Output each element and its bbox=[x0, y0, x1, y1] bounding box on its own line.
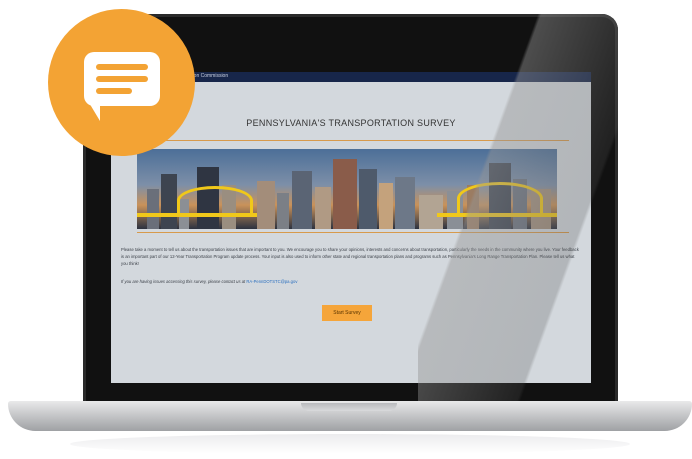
laptop-notch bbox=[301, 403, 397, 411]
laptop-reflection bbox=[70, 434, 630, 454]
divider bbox=[137, 232, 569, 233]
contact-email-link[interactable]: RA-PennDOTSTC@pa.gov bbox=[246, 279, 297, 284]
intro-paragraph: Please take a moment to tell us about th… bbox=[121, 247, 579, 267]
chat-bubble-icon bbox=[48, 9, 195, 156]
start-survey-button[interactable]: Start Survey bbox=[322, 305, 372, 321]
divider bbox=[137, 140, 569, 141]
contact-text: If you are having issues accessing this … bbox=[121, 279, 246, 284]
speech-bubble bbox=[84, 52, 160, 106]
city-skyline-banner bbox=[137, 149, 557, 229]
contact-note: If you are having issues accessing this … bbox=[121, 279, 581, 284]
